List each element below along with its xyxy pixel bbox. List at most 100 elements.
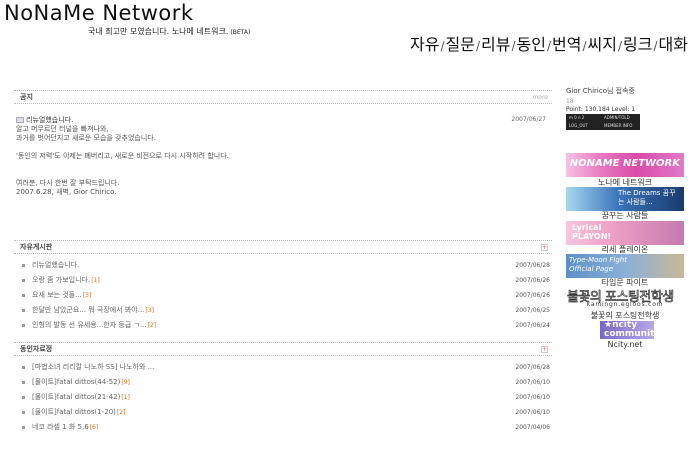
banner-type-moon-fight[interactable]: Type-Moon Fight Official Page: [566, 254, 684, 278]
data-board-box: 동인자료정 + [마법소녀 리리칼 나노하 SS] 나노하와 ... 2007/0…: [14, 342, 552, 435]
banner-text: Type-Moon Fight Official Page: [569, 256, 627, 273]
data-board-list: [마법소녀 리리칼 나노하 SS] 나노하와 ... 2007/06/28 [물이…: [14, 360, 552, 435]
nav-separator: /: [476, 39, 481, 53]
post-date: 2007/04/06: [515, 423, 550, 431]
notice-header: 공지 more: [14, 90, 552, 104]
nav-item-question[interactable]: 질문: [446, 36, 475, 54]
banner-caption[interactable]: Ncity.net: [566, 340, 684, 349]
post-title[interactable]: 인형의 발동 선 유세용...한자 등급 ㄱ...: [32, 320, 147, 330]
top-navigation: 자유 / 질문 / 리뷰 / 동인 / 번역 / 씨지 / 링크 / 대화: [410, 36, 688, 54]
post-title[interactable]: [물이트]fatal dittos(1-20): [32, 407, 116, 417]
list-item[interactable]: [물이트]fatal dittos(21-42) [1] 2007/06/10: [14, 390, 552, 405]
notice-date: 2007/06/27: [511, 116, 546, 123]
list-item[interactable]: 인형의 발동 선 유세용...한자 등급 ㄱ... [2] 2007/06/24: [14, 318, 552, 333]
list-item[interactable]: 네코 라셀 1 화 5,6 [6] 2007/04/06: [14, 420, 552, 435]
banner-text: ★ncity community: [604, 321, 654, 339]
banner-text: The Dreams 꿈꾸는 사람들...: [618, 189, 676, 206]
notice-post-title-text: 리뉴얼했습니다.: [26, 116, 74, 124]
banner-the-dreams[interactable]: The Dreams 꿈꾸는 사람들...: [566, 187, 684, 211]
post-date: 2007/06/28: [515, 363, 550, 371]
comment-count: [1]: [121, 393, 130, 401]
comment-count: [2]: [116, 408, 126, 416]
plus-icon[interactable]: +: [541, 244, 548, 251]
plus-icon[interactable]: +: [541, 346, 548, 353]
banner-caption[interactable]: 꿈꾸는 사람들: [566, 210, 684, 221]
bullet-icon: [22, 279, 25, 282]
banner-lyrical-playon[interactable]: Lyrical PLAYON!: [566, 221, 684, 245]
list-item[interactable]: 오랑 좀 가보입니다. [1] 2007/06/26: [14, 273, 552, 288]
notice-line: 알고 머무르던 터널을 빠져나와,: [16, 125, 109, 133]
tagline-beta: (BETA): [230, 29, 251, 36]
logout-button[interactable]: LOG_OUT: [569, 123, 588, 128]
nav-item-free[interactable]: 자유: [410, 36, 439, 54]
nav-item-cg[interactable]: 씨지: [588, 36, 617, 54]
free-board-box: 자유게시판 + 리뉴얼했습니다. 2007/06/28 오랑 좀 가보입니다. [1…: [14, 240, 552, 333]
banner-ncity[interactable]: ★ncity community: [600, 321, 654, 339]
data-board-header: 동인자료정 +: [14, 342, 552, 356]
notice-more-link[interactable]: more: [532, 94, 548, 101]
data-board-title[interactable]: 동인자료정: [20, 344, 52, 354]
post-title[interactable]: [마법소녀 리리칼 나노하 SS] 나노하와 ...: [32, 362, 154, 372]
login-greeting: Gior Chirico님 접속중: [566, 87, 635, 95]
bullet-icon: [22, 264, 25, 267]
post-title[interactable]: 리뉴얼했습니다.: [32, 260, 79, 270]
notice-line: 과거를 벗어던지고 새로운 모습을 갖추었습니다.: [16, 134, 156, 142]
comment-count: [3]: [145, 306, 154, 314]
list-item[interactable]: [마법소녀 리리칼 나노하 SS] 나노하와 ... 2007/06/28: [14, 360, 552, 375]
post-date: 2007/06/26: [515, 276, 550, 284]
bullet-icon: [22, 411, 25, 414]
post-title[interactable]: 네코 라셀 1 화 5,6: [32, 422, 89, 432]
post-date: 2007/06/25: [515, 306, 550, 314]
post-date: 2007/06/28: [515, 261, 550, 269]
post-title[interactable]: 오랑 좀 가보입니다.: [32, 275, 90, 285]
notice-post-title[interactable]: 리뉴얼했습니다.: [16, 116, 546, 125]
list-item[interactable]: 요새 보는 것들... [3] 2007/06/26: [14, 288, 552, 303]
bullet-icon: [22, 294, 25, 297]
site-logo[interactable]: NoNaMe Network: [4, 2, 194, 24]
notice-line: 여러분, 다시 한번 잘 부탁드립니다.: [16, 179, 120, 187]
nav-item-review[interactable]: 리뷰: [481, 36, 510, 54]
message-count[interactable]: m 0 n 2: [569, 115, 584, 120]
bullet-icon: [22, 381, 25, 384]
nav-item-translation[interactable]: 번역: [552, 36, 581, 54]
notice-line: 2007.6.28, 새벽, Gior Chirico.: [16, 188, 117, 196]
post-title[interactable]: 한달만 남았군요... 뭐 극장에서 봐야...: [32, 305, 144, 315]
list-item[interactable]: [물이트]fatal dittos(1-20) [2] 2007/06/10: [14, 405, 552, 420]
bullet-icon: [22, 366, 25, 369]
free-board-title[interactable]: 자유게시판: [20, 242, 52, 252]
member-info-button[interactable]: MEMBER INFO: [604, 123, 632, 128]
comment-count: [2]: [147, 321, 157, 329]
nav-item-chat[interactable]: 대화: [659, 36, 688, 54]
post-title[interactable]: [물이트]fatal dittos(44-52): [32, 377, 120, 387]
bullet-icon: [22, 396, 25, 399]
nav-separator: /: [440, 39, 445, 53]
notice-line: [16, 143, 546, 152]
nav-item-link[interactable]: 링크: [623, 36, 652, 54]
list-item[interactable]: [물이트]fatal dittos(44-52) [9] 2007/06/10: [14, 375, 552, 390]
post-date: 2007/06/24: [515, 321, 550, 329]
post-date: 2007/06/10: [515, 393, 550, 401]
nav-separator: /: [511, 39, 516, 53]
comment-count: [1]: [91, 276, 100, 284]
notice-line: [16, 161, 546, 170]
bullet-icon: [22, 426, 25, 429]
admin-link[interactable]: ADMIN/TOLD: [604, 115, 630, 120]
point-level: Point: 130,184 Level: 1: [566, 106, 636, 113]
list-item[interactable]: 한달만 남았군요... 뭐 극장에서 봐야... [3] 2007/06/25: [14, 303, 552, 318]
notice-image-icon: [16, 117, 24, 123]
notice-box: 공지 more: [14, 90, 552, 104]
tagline-text: 국내 최고만 모였습니다. 노나메 네트워크.: [88, 27, 229, 36]
login-panel: Gior Chirico님 접속중 18 Point: 130,184 Leve…: [566, 86, 686, 130]
nav-separator: /: [653, 39, 658, 53]
nav-item-doujin[interactable]: 동인: [517, 36, 546, 54]
post-title[interactable]: [물이트]fatal dittos(21-42): [32, 392, 120, 402]
banner-caption[interactable]: 타입문 파이트: [566, 277, 684, 288]
nav-separator: /: [618, 39, 623, 53]
free-board-header: 자유게시판 +: [14, 240, 552, 254]
post-date: 2007/06/10: [515, 378, 550, 386]
banner-noname-network[interactable]: NONAME NETWORK: [566, 153, 684, 177]
list-item[interactable]: 리뉴얼했습니다. 2007/06/28: [14, 258, 552, 273]
post-title[interactable]: 요새 보는 것들...: [32, 290, 82, 300]
notice-line: [16, 170, 546, 179]
banner-caption[interactable]: 불꽃의 포스팅전학생: [566, 310, 684, 321]
